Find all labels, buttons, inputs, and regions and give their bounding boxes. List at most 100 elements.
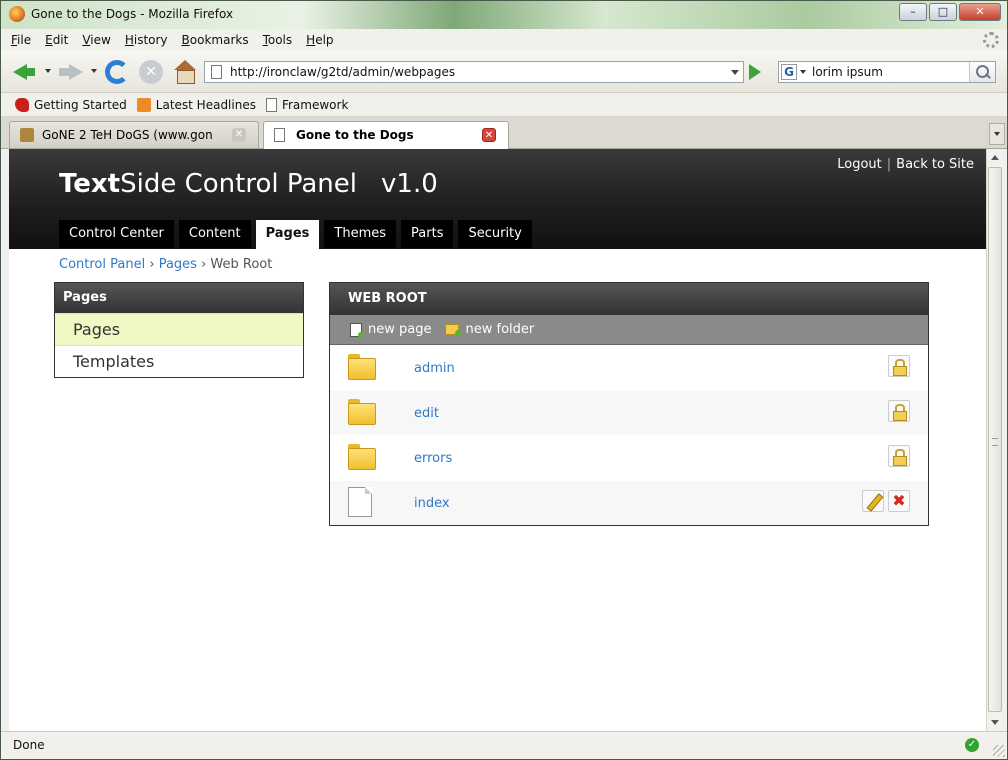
menu-bookmarks[interactable]: Bookmarks xyxy=(182,33,249,47)
file-row: index ✖ xyxy=(330,480,928,525)
file-row: admin xyxy=(330,345,928,390)
status-bar: Done ✓ xyxy=(1,731,1007,759)
tab-pages[interactable]: Pages xyxy=(255,220,320,249)
url-bar[interactable]: http://ironclaw/g2td/admin/webpages xyxy=(204,61,744,83)
folder-icon xyxy=(348,354,376,380)
maximize-button[interactable]: □ xyxy=(929,3,957,21)
side-panel-header: Pages xyxy=(55,283,303,313)
web-root-panel: WEB ROOT new page new folder admin edit … xyxy=(329,282,929,526)
folder-icon xyxy=(348,399,376,425)
search-engine-selector[interactable]: G xyxy=(781,64,807,80)
window-controls: – □ ✕ xyxy=(899,3,1001,21)
tab-gone-to-the-dogs[interactable]: Gone to the Dogs ✕ xyxy=(263,121,509,149)
reload-icon[interactable] xyxy=(105,60,129,84)
menu-history[interactable]: History xyxy=(125,33,168,47)
file-row: errors xyxy=(330,435,928,480)
stop-icon[interactable]: ✕ xyxy=(139,60,163,84)
delete-x-icon[interactable]: ✖ xyxy=(888,490,910,512)
page-icon xyxy=(265,97,277,112)
bookmark-framework[interactable]: Framework xyxy=(265,97,348,112)
tab-strip: GoNE 2 TeH DoGS (www.gone2teh... ✕ Gone … xyxy=(1,117,1007,149)
forward-arrow-icon[interactable] xyxy=(59,60,83,84)
navigation-toolbar: ✕ http://ironclaw/g2td/admin/webpages G … xyxy=(1,51,1007,93)
firefox-icon xyxy=(9,6,25,22)
file-link-errors[interactable]: errors xyxy=(414,451,452,466)
close-tab-icon[interactable]: ✕ xyxy=(482,128,496,142)
menu-edit[interactable]: Edit xyxy=(45,33,68,47)
bookmarks-toolbar: Getting Started Latest Headlines Framewo… xyxy=(1,93,1007,117)
lock-icon xyxy=(888,400,910,422)
tab-parts[interactable]: Parts xyxy=(401,220,454,248)
breadcrumb-pages[interactable]: Pages xyxy=(159,257,197,272)
tab-list-dropdown-icon[interactable] xyxy=(989,123,1005,145)
status-text: Done xyxy=(13,738,45,752)
file-link-admin[interactable]: admin xyxy=(414,361,455,376)
page-favicon-icon xyxy=(274,128,285,142)
browser-window: Gone to the Dogs - Mozilla Firefox – □ ✕… xyxy=(0,0,1008,760)
firefox-red-icon xyxy=(15,97,29,112)
file-link-index[interactable]: index xyxy=(414,496,450,511)
breadcrumb-current: Web Root xyxy=(210,257,273,272)
folder-icon xyxy=(348,444,376,470)
page-viewport: TextSide Control Panel v1.0 Logout | Back t… xyxy=(9,149,986,731)
new-page-button[interactable]: new page xyxy=(350,322,431,338)
forward-history-dropdown-icon[interactable] xyxy=(91,69,97,73)
scroll-down-arrow-icon[interactable] xyxy=(991,720,999,725)
new-folder-button[interactable]: new folder xyxy=(445,322,534,337)
tab-security[interactable]: Security xyxy=(458,220,532,248)
url-history-dropdown-icon[interactable] xyxy=(731,70,739,75)
close-window-button[interactable]: ✕ xyxy=(959,3,1001,21)
search-input[interactable]: lorim ipsum xyxy=(812,65,883,79)
home-icon[interactable] xyxy=(173,60,197,84)
menu-bar: File Edit View History Bookmarks Tools H… xyxy=(1,29,1007,51)
tab-control-center[interactable]: Control Center xyxy=(59,220,174,248)
search-bar[interactable]: G lorim ipsum xyxy=(778,61,996,83)
scroll-thumb[interactable] xyxy=(988,167,1002,712)
page-favicon-icon xyxy=(211,65,222,79)
new-page-icon xyxy=(350,322,364,338)
menu-view[interactable]: View xyxy=(82,33,110,47)
side-item-templates[interactable]: Templates xyxy=(55,345,303,377)
bookmark-getting-started[interactable]: Getting Started xyxy=(15,97,127,112)
back-history-dropdown-icon[interactable] xyxy=(45,69,51,73)
vertical-scrollbar[interactable] xyxy=(986,149,1003,731)
breadcrumb: Control Panel › Pages › Web Root xyxy=(59,257,273,272)
logout-link[interactable]: Logout xyxy=(837,157,882,172)
site-header: TextSide Control Panel v1.0 Logout | Back t… xyxy=(9,149,986,249)
close-tab-icon[interactable]: ✕ xyxy=(232,128,246,142)
lock-icon xyxy=(888,445,910,467)
pages-side-panel: Pages Pages Templates xyxy=(54,282,304,378)
file-link-edit[interactable]: edit xyxy=(414,406,439,421)
bookmark-latest-headlines[interactable]: Latest Headlines xyxy=(136,97,256,112)
tab-themes[interactable]: Themes xyxy=(324,220,397,248)
site-title: TextSide Control Panel v1.0 xyxy=(59,169,438,199)
tab-content[interactable]: Content xyxy=(178,220,251,248)
back-to-site-link[interactable]: Back to Site xyxy=(896,157,974,172)
chevron-down-icon xyxy=(800,70,806,74)
dog-favicon-icon xyxy=(20,128,34,142)
scroll-up-arrow-icon[interactable] xyxy=(991,155,999,160)
web-root-toolbar: new page new folder xyxy=(330,315,928,345)
breadcrumb-control-panel[interactable]: Control Panel xyxy=(59,257,145,272)
resize-grip-icon[interactable] xyxy=(993,745,1005,757)
side-item-pages[interactable]: Pages xyxy=(55,313,303,345)
document-icon xyxy=(348,487,372,517)
url-text[interactable]: http://ironclaw/g2td/admin/webpages xyxy=(230,65,455,79)
back-arrow-icon[interactable] xyxy=(13,60,37,84)
minimize-button[interactable]: – xyxy=(899,3,927,21)
check-icon: ✓ xyxy=(965,738,979,752)
go-arrow-icon[interactable] xyxy=(749,64,761,80)
tab-gone2teh[interactable]: GoNE 2 TeH DoGS (www.gone2teh... ✕ xyxy=(9,121,259,148)
window-title: Gone to the Dogs - Mozilla Firefox xyxy=(31,7,234,21)
edit-pencil-icon[interactable] xyxy=(862,490,884,512)
menu-file[interactable]: File xyxy=(11,33,31,47)
menu-tools[interactable]: Tools xyxy=(263,33,293,47)
new-folder-icon xyxy=(445,324,462,336)
file-row: edit xyxy=(330,390,928,435)
google-icon: G xyxy=(781,64,797,80)
lock-icon xyxy=(888,355,910,377)
title-bar: Gone to the Dogs - Mozilla Firefox – □ ✕ xyxy=(1,1,1007,29)
search-icon[interactable] xyxy=(969,62,995,82)
menu-help[interactable]: Help xyxy=(306,33,333,47)
web-root-header: WEB ROOT xyxy=(330,283,928,315)
